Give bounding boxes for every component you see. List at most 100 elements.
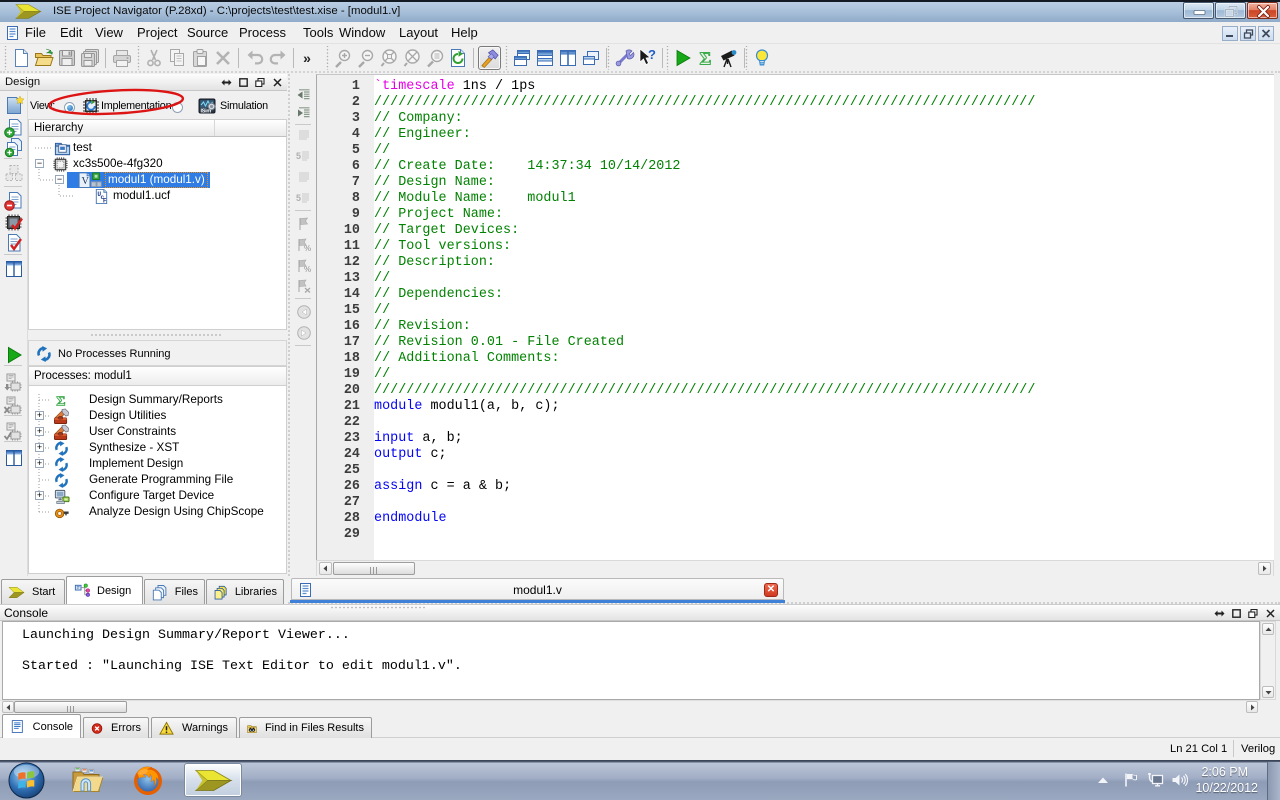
scroll-thumb[interactable] bbox=[14, 701, 127, 713]
show-desktop-button[interactable] bbox=[1267, 762, 1280, 800]
ise-text-editor-button[interactable] bbox=[478, 46, 501, 70]
menu-item[interactable]: Edit bbox=[60, 25, 82, 40]
menu-item[interactable]: Project bbox=[137, 25, 177, 40]
uncomment-selection-icon[interactable] bbox=[295, 190, 313, 206]
show-hidden-icons-button[interactable] bbox=[1096, 775, 1110, 785]
scroll-up-button[interactable] bbox=[1262, 623, 1274, 635]
save-all-button[interactable] bbox=[78, 46, 101, 70]
implementation-radio[interactable] bbox=[64, 102, 75, 113]
tab-find-in-files[interactable]: Find in Files Results bbox=[239, 717, 372, 738]
redo-button[interactable] bbox=[266, 46, 289, 70]
scroll-right-button[interactable] bbox=[1258, 562, 1271, 575]
collapse-expander[interactable]: − bbox=[35, 159, 44, 168]
tab-files[interactable]: Files bbox=[144, 579, 205, 604]
float-window-button[interactable] bbox=[579, 46, 602, 70]
tab-warnings[interactable]: Warnings bbox=[151, 717, 237, 738]
design-panel-float-button[interactable] bbox=[220, 75, 232, 89]
zoom-in-button[interactable] bbox=[331, 46, 354, 70]
implementation-label[interactable]: Implementation bbox=[101, 100, 171, 112]
navigate-forward-icon[interactable] bbox=[295, 325, 313, 341]
action-center-icon[interactable] bbox=[1122, 771, 1140, 789]
design-panel-restore-button[interactable] bbox=[254, 75, 266, 89]
menu-item[interactable]: Help bbox=[451, 25, 478, 40]
tree-node[interactable]: − modul1 (modul1.v) bbox=[29, 172, 286, 188]
expand-expander[interactable]: + bbox=[35, 491, 44, 500]
mdi-restore-button[interactable] bbox=[1240, 26, 1256, 41]
zoom-out-button[interactable] bbox=[354, 46, 377, 70]
menu-item[interactable]: File bbox=[25, 25, 46, 40]
cascade-windows-button[interactable] bbox=[510, 46, 533, 70]
project-settings-button[interactable] bbox=[612, 46, 635, 70]
scroll-right-button[interactable] bbox=[1246, 701, 1258, 713]
indent-icon[interactable] bbox=[295, 105, 313, 121]
expand-expander[interactable]: + bbox=[35, 427, 44, 436]
process-item[interactable]: Design Summary/Reports bbox=[29, 392, 286, 408]
simulation-label[interactable]: Simulation bbox=[220, 100, 268, 112]
tab-start[interactable]: Start bbox=[1, 579, 65, 604]
whats-this-button[interactable] bbox=[635, 46, 658, 70]
process-item[interactable]: + Synthesize - XST bbox=[29, 440, 286, 456]
tree-node[interactable]: modul1.ucf bbox=[29, 188, 286, 204]
console-maximize-button[interactable] bbox=[1230, 606, 1242, 620]
tab-modul1-v[interactable]: modul1.v ✕ bbox=[291, 578, 784, 600]
volume-icon[interactable] bbox=[1170, 771, 1188, 789]
zoom-region-button[interactable] bbox=[400, 46, 423, 70]
close-button[interactable] bbox=[1247, 2, 1278, 19]
tab-design[interactable]: Design bbox=[66, 576, 143, 604]
cut-button[interactable] bbox=[142, 46, 165, 70]
expand-expander[interactable]: + bbox=[35, 459, 44, 468]
process-item[interactable]: + Design Utilities bbox=[29, 408, 286, 424]
process-item[interactable]: + Implement Design bbox=[29, 456, 286, 472]
toolbar-overflow-button[interactable]: » bbox=[298, 46, 316, 70]
editor-horizontal-scrollbar[interactable] bbox=[316, 560, 1274, 577]
console-vertical-scrollbar[interactable] bbox=[1260, 621, 1276, 700]
menu-item[interactable]: View bbox=[95, 25, 123, 40]
undo-button[interactable] bbox=[243, 46, 266, 70]
close-tab-button[interactable]: ✕ bbox=[764, 583, 778, 597]
tab-errors[interactable]: Errors bbox=[83, 717, 149, 738]
console-horizontal-scrollbar[interactable] bbox=[0, 700, 1260, 713]
design-panel-maximize-button[interactable] bbox=[237, 75, 249, 89]
taskbar-firefox-button[interactable] bbox=[122, 763, 174, 797]
process-item[interactable]: + User Constraints bbox=[29, 424, 286, 440]
network-icon[interactable] bbox=[1146, 771, 1164, 789]
intelligent-help-button[interactable] bbox=[750, 46, 773, 70]
refresh-button[interactable] bbox=[446, 46, 469, 70]
taskbar-explorer-button[interactable] bbox=[60, 763, 112, 797]
menu-item[interactable]: Window bbox=[339, 25, 385, 40]
tile-horizontal-button[interactable] bbox=[533, 46, 556, 70]
scroll-left-button[interactable] bbox=[319, 562, 332, 575]
taskbar-ise-button[interactable] bbox=[184, 763, 242, 797]
run-button[interactable] bbox=[671, 46, 694, 70]
expand-expander[interactable]: + bbox=[35, 411, 44, 420]
tile-vertical-button[interactable] bbox=[556, 46, 579, 70]
menu-item[interactable]: Layout bbox=[399, 25, 438, 40]
clear-bookmarks-icon[interactable] bbox=[295, 278, 313, 294]
menu-item[interactable]: Tools bbox=[303, 25, 333, 40]
tab-libraries[interactable]: Libraries bbox=[206, 579, 284, 604]
delete-button[interactable] bbox=[211, 46, 234, 70]
minimize-button[interactable] bbox=[1183, 2, 1214, 19]
navigate-back-icon[interactable] bbox=[295, 304, 313, 320]
next-bookmark-icon[interactable] bbox=[295, 237, 313, 253]
process-item[interactable]: Analyze Design Using ChipScope bbox=[29, 504, 286, 520]
console-restore-button[interactable] bbox=[1247, 606, 1259, 620]
tree-node[interactable]: − xc3s500e-4fg320 bbox=[29, 156, 286, 172]
comment-lines-icon[interactable] bbox=[295, 127, 313, 143]
clock-date[interactable]: 10/22/2012 bbox=[1195, 781, 1258, 795]
design-summary-button[interactable] bbox=[694, 46, 717, 70]
print-button[interactable] bbox=[110, 46, 133, 70]
tab-console[interactable]: Console bbox=[2, 714, 81, 738]
mdi-close-button[interactable] bbox=[1258, 26, 1274, 41]
scroll-left-button[interactable] bbox=[2, 701, 14, 713]
code-editor[interactable]: 1`timescale 1ns / 1ps2//////////////////… bbox=[316, 74, 1274, 560]
expand-expander[interactable]: + bbox=[35, 443, 44, 452]
console-float-button[interactable] bbox=[1213, 606, 1225, 620]
zoom-doc-button[interactable] bbox=[423, 46, 446, 70]
clock-time[interactable]: 2:06 PM bbox=[1201, 765, 1248, 779]
console-output[interactable]: Launching Design Summary/Report Viewer..… bbox=[2, 621, 1260, 700]
comment-selection-icon[interactable] bbox=[295, 148, 313, 164]
save-button[interactable] bbox=[55, 46, 78, 70]
mdi-minimize-button[interactable] bbox=[1222, 26, 1238, 41]
prev-bookmark-icon[interactable] bbox=[295, 258, 313, 274]
